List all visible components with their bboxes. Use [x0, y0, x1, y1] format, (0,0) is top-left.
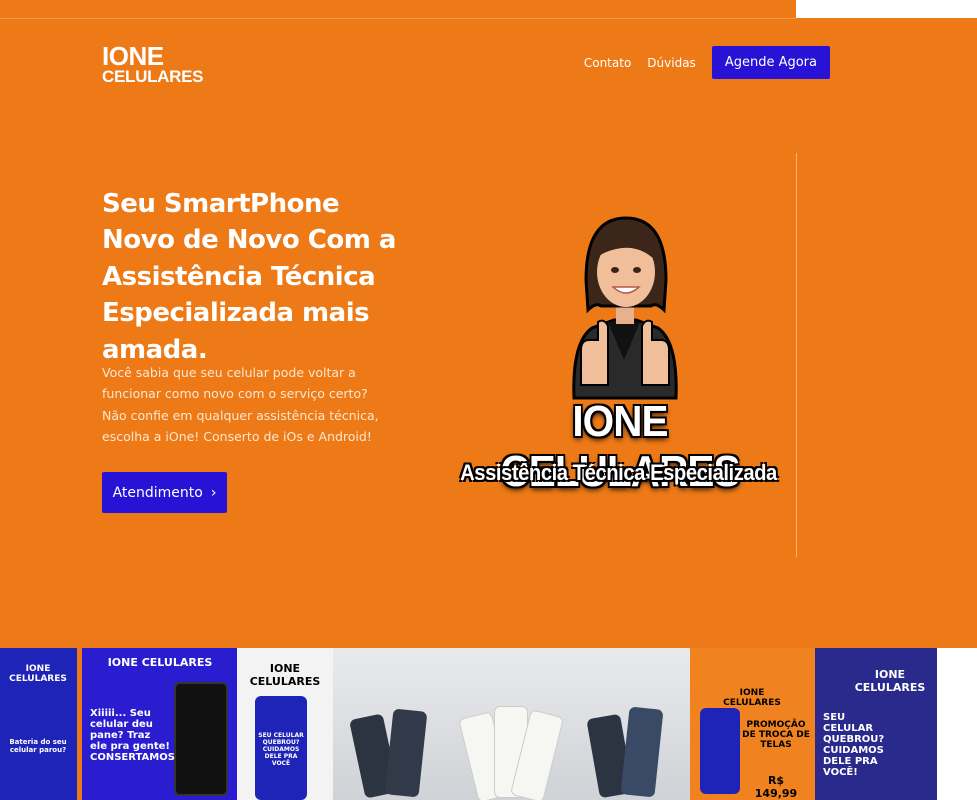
hero-paragraph: Você sabia que seu celular pode voltar a…	[102, 365, 379, 444]
logo-line2: CELULARES	[102, 66, 204, 86]
vertical-divider	[796, 153, 797, 557]
phone-graphic	[620, 706, 664, 798]
top-nav: Contato Dúvidas Agende Agora	[584, 46, 830, 79]
gallery-tile[interactable]: IONE CELULARES SEU CELULAR QUEBROU? CUID…	[815, 648, 937, 800]
top-strip	[0, 0, 796, 19]
gallery-tile[interactable]	[571, 648, 690, 800]
tile-text: Bateria do seu celular parou?	[9, 738, 67, 754]
tile-text: SEU CELULAR QUEBROU? CUIDAMOS DELE PRA V…	[823, 712, 885, 778]
nav-contato[interactable]: Contato	[584, 56, 631, 70]
logo-line1: IONE	[102, 41, 164, 71]
agende-agora-button[interactable]: Agende Agora	[711, 46, 830, 79]
avatar-illustration	[572, 216, 678, 400]
tile-text: Xiiiii... Seu celular deu pane? Traz ele…	[90, 708, 175, 763]
atendimento-label: Atendimento	[112, 484, 203, 501]
instagram-gallery: IONE CELULARES Bateria do seu celular pa…	[0, 648, 977, 800]
tile-text: SEU CELULAR QUEBROU? CUIDAMOS DELE PRA V…	[258, 732, 304, 767]
brand-image: IONE CELULARES Assistência Técnica Espec…	[446, 210, 791, 500]
gallery-edge	[937, 648, 974, 800]
nav-duvidas[interactable]: Dúvidas	[647, 56, 696, 70]
gallery-tile[interactable]	[452, 648, 571, 800]
phone-graphic	[174, 682, 228, 796]
gallery-tile[interactable]: IONE CELULARES PROMOÇÃO DE TROCA DE TELA…	[690, 648, 815, 800]
tile-price: R$ 149,99	[754, 774, 798, 800]
chevron-right-icon: ›	[210, 484, 217, 501]
tile-text: PROMOÇÃO DE TROCA DE TELAS	[742, 720, 810, 750]
tile-caption: IONE CELULARES	[854, 668, 926, 694]
gallery-tile[interactable]	[333, 648, 452, 800]
tile-caption: IONE CELULARES	[9, 664, 67, 684]
gallery-tile[interactable]: IONE CELULARES SEU CELULAR QUEBROU? CUID…	[237, 648, 333, 800]
gallery-tile[interactable]: IONE CELULARES Bateria do seu celular pa…	[0, 648, 77, 800]
tile-caption: IONE CELULARES	[723, 688, 781, 708]
site-logo[interactable]: IONE CELULARES	[102, 41, 204, 86]
atendimento-button[interactable]: Atendimento ›	[102, 472, 227, 513]
phone-graphic	[384, 708, 428, 798]
top-right-corner	[796, 0, 977, 18]
hero-headline: Seu SmartPhone Novo de Novo Com a Assist…	[102, 189, 396, 365]
tile-caption: IONE CELULARES	[249, 662, 321, 688]
phone-graphic	[700, 708, 740, 794]
tile-caption: IONE CELULARES	[107, 656, 213, 669]
brand-subtitle: Assistência Técnica Especializada	[460, 460, 777, 485]
gallery-tile[interactable]: IONE CELULARES Xiiiii... Seu celular deu…	[82, 648, 237, 800]
